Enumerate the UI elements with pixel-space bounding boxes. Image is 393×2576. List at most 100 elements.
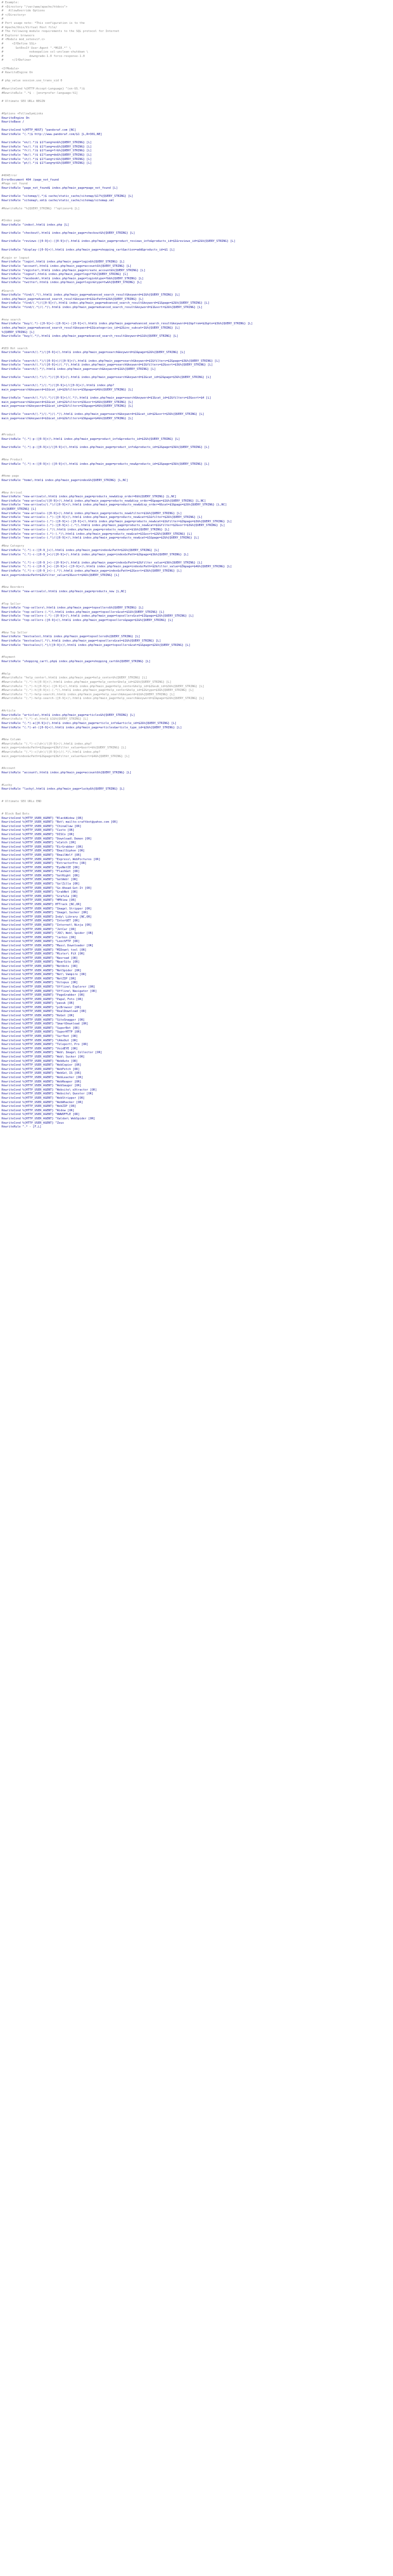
comment-line: # RewriteEngine On — [2, 71, 33, 75]
directive-line: RewriteCond %{HTTP_USER_AGENT} ^SmartDow… — [2, 1022, 88, 1026]
comment-line: # Example: — [2, 1, 19, 4]
directive-line: RewriteRule ^new-arrivals-(.*)-([0-9]+)\… — [2, 516, 202, 520]
directive-line: RewriteCond %{HTTP_USER_AGENT} ^WWWOFFLE… — [2, 1113, 80, 1117]
directive-line: RewriteCond %{HTTP_USER_AGENT} HTTrack [… — [2, 903, 81, 907]
comment-line: #New Column — [2, 738, 21, 742]
comment-line: # Block Bad Bots — [2, 812, 30, 816]
directive-line: RewriteRule ^twitter\.html$ index.php?ma… — [2, 281, 142, 285]
directive-line: RewriteRule ^(.*)-p-([0-9]+)/([0-9]+)\.h… — [2, 446, 210, 450]
directive-line: RewriteCond %{HTTP_USER_AGENT} ^NetAnts … — [2, 964, 78, 968]
comment-line: #Login or logout — [2, 256, 30, 260]
htaccess-code-view: # Example: # <Directory "/var/www/apache/… — [0, 0, 391, 1130]
directive-line: RewriteRule ^home\.html$ index.php?main_… — [2, 478, 128, 482]
directive-line: RewriteCond %{HTTP_USER_AGENT} ^Papa\ Fo… — [2, 997, 83, 1001]
directive-line: RewriteRule ^sitemap\.xml$ cache/static_… — [2, 198, 115, 202]
directive-line: RewriteCond %{HTTP_USER_AGENT} ^RealDown… — [2, 1010, 87, 1014]
comment-line: #RewriteRule ^%{QUERY_STRING} !^options=… — [2, 207, 80, 210]
comment-line: # — [2, 17, 4, 21]
comment-line: # AllowOverride Options — [2, 9, 45, 13]
comment-line: #New Arrival — [2, 491, 23, 495]
directive-line: RewriteRule ^(.*)-c-([0-9_]+)\.html$ ind… — [2, 548, 160, 552]
directive-line: RewriteRule ^(.*)-p-([0-9]+)\.html$ inde… — [2, 437, 180, 441]
directive-line: RewriteCond %{HTTP_USER_AGENT} ^Image\ S… — [2, 911, 88, 915]
comment-line: #Article — [2, 709, 16, 713]
comment-line: # </Directory> — [2, 13, 26, 17]
directive-line: &%{QUERY_STRING} [L] — [2, 508, 36, 511]
directive-line: main_page=search&keyword=$1&cat_id=$2&fi… — [2, 388, 134, 392]
directive-line: RewriteCond %{HTTP_USER_AGENT} ^SuperHTT… — [2, 1030, 81, 1034]
directive-line: RewriteRule ^search/(.*)/([0-9]+)/([0-9]… — [2, 359, 220, 363]
directive-line: RewriteRule ^new-arrivals-(.*)\.html$ in… — [2, 528, 170, 531]
directive-line: RewriteCond %{HTTP_USER_AGENT} ^PageGrab… — [2, 994, 85, 997]
directive-line: RewriteRule ^it/(.*)$ $1?lang=it&%{QUERY… — [2, 157, 92, 161]
directive-line: index.php?main_page=advanced_search_resu… — [2, 297, 144, 301]
directive-line: RewriteCond %{HTTP_USER_AGENT} ^pcBrowse… — [2, 1005, 81, 1009]
comment-line: #RewriteRule ^help_center\.html$ index.p… — [2, 676, 147, 680]
comment-line: # nokeepalive ssl-unclean-shutdown \ — [2, 50, 88, 54]
directive-line: RewriteCond %{HTTP_USER_AGENT} ^WebLeach… — [2, 1075, 83, 1079]
directive-line: RewriteRule ^(.*)-c-([0-9_]+)/([0-9]+)\.… — [2, 553, 189, 556]
comment-line: #Lucky — [2, 783, 12, 787]
directive-line: RewriteRule ^new-arrivals-(.*)-([0-9]+)-… — [2, 524, 225, 528]
comment-line: # Ultimate SEO URLs BEGIN — [2, 100, 45, 104]
directive-line: RewriteCond %{HTTP_USER_AGENT} ^eCatch [… — [2, 841, 77, 845]
directive-line: RewriteRule ^reviews-([0-9]+)-([0-9]+)\.… — [2, 240, 236, 243]
directive-line: RewriteRule ^pt/(.*)$ $1?lang=pt&%{QUERY… — [2, 162, 92, 165]
directive-line: RewriteRule ^top-sellers-([0-9]+)\.html$… — [2, 619, 173, 623]
comment-line: # <IfDefine SSL> — [2, 42, 36, 46]
comment-line: # SetEnvIf User-Agent ".*MSIE.*" \ — [2, 46, 71, 50]
directive-line: RewriteCond %{HTTP_USER_AGENT} ^Xaldon\ … — [2, 1117, 96, 1120]
directive-line: RewriteBase / — [2, 120, 24, 124]
directive-line: RewriteRule ^search/(.*)\.html$ index.ph… — [2, 367, 156, 371]
comment-line: # Explorer browsers — [2, 34, 35, 37]
directive-line: RewriteCond %{HTTP_HOST} ^pandoraf.com [… — [2, 129, 77, 132]
directive-line: RewriteCond %{HTTP_USER_AGENT} ^JOC\ Web… — [2, 932, 94, 935]
directive-line: RewriteCond %{HTTP_USER_AGENT} ^Net\ Vam… — [2, 973, 87, 977]
directive-line: RewriteRule ^.* - [F,L] — [2, 1125, 42, 1129]
directive-line: RewriteRule ^search/(.*)/(.*)/([0-9]+)/(… — [2, 396, 211, 400]
directive-line: main_page=search&keyword=$1&cat_id=$2&fi… — [2, 400, 134, 404]
comment-line: #Payment — [2, 656, 16, 659]
directive-line: RewriteCond %{HTTP_USER_AGENT} ^VoidEYE … — [2, 1047, 78, 1050]
directive-line: RewriteRule ^find/(.*)/(.*)\.html$ index… — [2, 305, 202, 309]
comment-line: #Search — [2, 289, 14, 293]
comment-line: #RewriteRule ^(.*)-c(\d+)/([0-9]+)/(.*)\… — [2, 751, 100, 754]
directive-line: RewriteCond %{HTTP_USER_AGENT} ^BlackWid… — [2, 816, 83, 820]
comment-line: #RewriteRule ^(.*)-h([0-9]+)\.html$ inde… — [2, 680, 172, 684]
comment-line: #RewriteCond %{HTTP:Accept-Language} ^(e… — [2, 87, 85, 91]
directive-line: RewriteRule ^new-arrivals\.html$ index.p… — [2, 589, 126, 593]
directive-line: RewriteCond %{HTTP_USER_AGENT} ^WebReape… — [2, 1080, 81, 1084]
directive-line: RewriteRule ^(.*)-c-([0-9_]+)-([0-9]+)-(… — [2, 565, 232, 569]
directive-line: RewriteRule ^(.*)-at-([0-9]+)\.html$ ind… — [2, 726, 182, 729]
directive-line: RewriteRule ^(.*)$ http://www.pandoraf.c… — [2, 133, 102, 136]
directive-line: RewriteCond %{HTTP_USER_AGENT} ^Web\ Suc… — [2, 1055, 85, 1059]
directive-line: RewriteCond %{HTTP_USER_AGENT} ^Octopus … — [2, 981, 78, 985]
comment-line: #Index page — [2, 219, 21, 223]
directive-line: RewriteCond %{HTTP_USER_AGENT} ^SiteSnag… — [2, 1018, 85, 1022]
directive-line: RewriteEngine On — [2, 116, 30, 120]
directive-line: ErrorDocument 404 /page_not_found — [2, 178, 59, 182]
